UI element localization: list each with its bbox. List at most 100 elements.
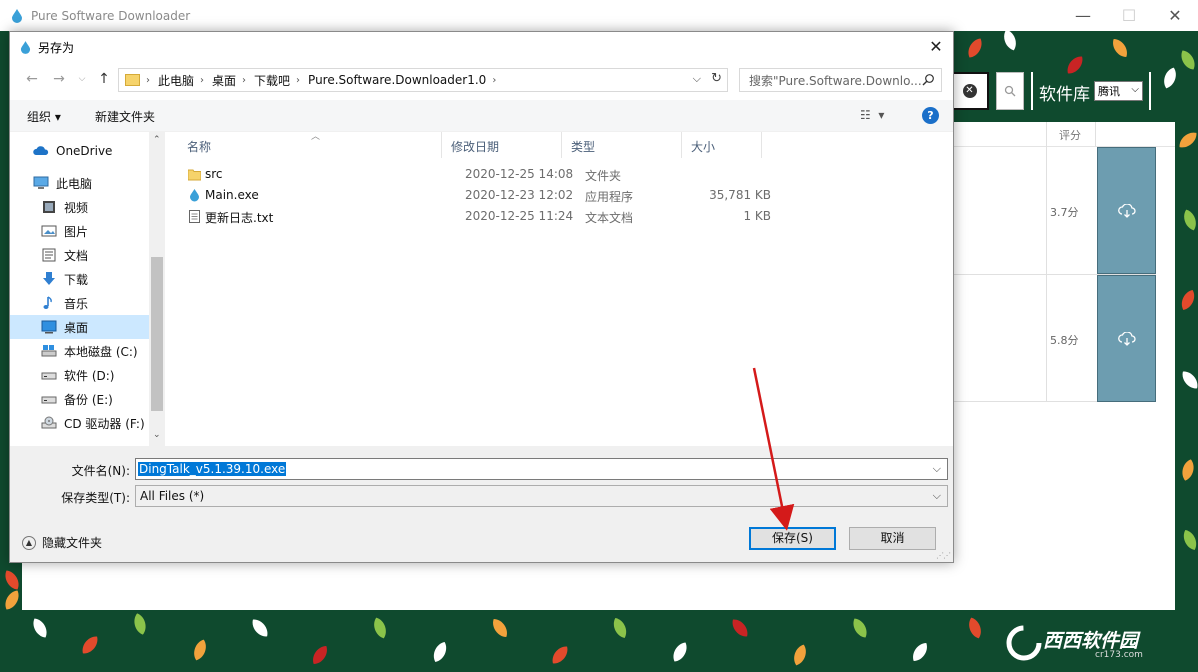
up-button[interactable]: ↑: [95, 70, 113, 88]
minimize-button[interactable]: —: [1060, 0, 1106, 31]
nav-item-downloads[interactable]: 下载: [10, 267, 149, 291]
back-button[interactable]: ←: [23, 70, 41, 88]
toolbar-divider: [1031, 72, 1033, 110]
chevron-down-icon[interactable]: ⌵: [933, 462, 941, 476]
nav-item-documents[interactable]: 文档: [10, 243, 149, 267]
file-type: 应用程序: [585, 190, 634, 204]
address-bar[interactable]: › 此电脑 › 桌面 › 下载吧 › Pure.Software.Downloa…: [118, 68, 728, 92]
chevron-right-icon: ›: [200, 74, 205, 86]
download-button[interactable]: [1097, 275, 1156, 402]
nav-item-drive-e[interactable]: 备份 (E:): [10, 387, 149, 411]
nav-item-label: 此电脑: [56, 176, 93, 191]
nav-item-desktop[interactable]: 桌面: [10, 315, 149, 339]
nav-item-pictures[interactable]: 图片: [10, 219, 149, 243]
computer-icon: [33, 176, 49, 189]
dialog-close-button[interactable]: ✕: [927, 38, 945, 56]
watermark-brand: 西西软件园: [1043, 630, 1139, 652]
folder-search-input[interactable]: 搜索"Pure.Software.Downlo...: [739, 68, 942, 92]
column-header-name[interactable]: 名称: [178, 132, 442, 158]
view-options-button[interactable]: ☷ ▾: [860, 108, 884, 122]
nav-item-onedrive[interactable]: OneDrive: [10, 139, 149, 163]
content-area: [22, 560, 1175, 610]
forward-button[interactable]: →: [50, 70, 68, 88]
search-placeholder: 搜索"Pure.Software.Downlo...: [749, 73, 922, 88]
search-icon: [1004, 85, 1016, 97]
help-icon[interactable]: ?: [922, 107, 939, 124]
scroll-up-icon[interactable]: ⌃: [153, 135, 161, 145]
breadcrumb-item[interactable]: Pure.Software.Downloader1.0: [308, 73, 486, 87]
drive-icon: [41, 396, 57, 404]
chevron-up-icon: ▲: [22, 535, 36, 550]
filetype-select[interactable]: All Files (*) ⌵: [135, 485, 948, 507]
folder-icon: [188, 169, 201, 181]
chevron-right-icon: ›: [242, 74, 247, 86]
library-selected: 腾讯: [1098, 85, 1120, 98]
cloud-download-icon: [1117, 331, 1136, 346]
nav-item-this-pc[interactable]: 此电脑: [10, 171, 149, 195]
drive-icon: [41, 372, 57, 380]
file-row[interactable]: 更新日志.txt 2020-12-25 11:24 文本文档 1 KB: [183, 206, 783, 227]
download-icon: [43, 272, 55, 285]
download-button[interactable]: [1097, 147, 1156, 274]
maximize-button[interactable]: ☐: [1106, 0, 1152, 31]
filetype-value: All Files (*): [140, 489, 205, 503]
score-value: 3.7分: [1050, 206, 1079, 219]
nav-item-videos[interactable]: 视频: [10, 195, 149, 219]
dialog-titlebar: 另存为 ✕: [10, 32, 953, 62]
hide-folders-toggle[interactable]: ▲ 隐藏文件夹: [22, 534, 102, 551]
app-search-input[interactable]: ✕: [952, 72, 989, 110]
refresh-icon[interactable]: ↻: [711, 71, 722, 86]
organize-menu[interactable]: 组织 ▾: [27, 108, 61, 125]
score-column-header: 评分: [1059, 129, 1081, 142]
file-date: 2020-12-25 14:08: [465, 167, 574, 181]
column-divider: [1046, 122, 1047, 402]
chevron-right-icon: ›: [296, 74, 301, 86]
nav-scrollbar-thumb[interactable]: [151, 257, 163, 411]
nav-item-label: 图片: [64, 224, 89, 239]
breadcrumb-item[interactable]: 桌面: [212, 72, 236, 89]
navigation-pane: OneDrive 此电脑 视频 图片 文档 下载 音乐 桌面 本地磁盘 (C:)…: [10, 132, 165, 446]
cancel-button[interactable]: 取消: [849, 527, 936, 550]
save-button[interactable]: 保存(S): [749, 527, 836, 550]
file-name: Main.exe: [205, 188, 259, 202]
recent-dropdown-button[interactable]: ⌵: [73, 70, 91, 88]
file-row[interactable]: Main.exe 2020-12-23 12:02 应用程序 35,781 KB: [183, 185, 783, 206]
file-date: 2020-12-25 11:24: [465, 209, 574, 223]
app-drop-icon: [12, 8, 22, 23]
nav-item-label: OneDrive: [56, 144, 113, 158]
chevron-right-icon: ›: [146, 74, 150, 86]
clear-icon[interactable]: ✕: [962, 84, 977, 98]
nav-item-cd-drive[interactable]: CD 驱动器 (F:): [10, 411, 149, 435]
save-as-dialog: 另存为 ✕ ← → ⌵ ↑ › 此电脑 › 桌面 › 下载吧 › Pure.So…: [9, 31, 954, 563]
nav-item-drive-d[interactable]: 软件 (D:): [10, 363, 149, 387]
app-search-button[interactable]: [996, 72, 1024, 110]
video-icon: [43, 201, 55, 213]
file-name: 更新日志.txt: [205, 211, 274, 225]
nav-item-label: 下载: [64, 272, 89, 287]
column-header-date[interactable]: 修改日期: [442, 132, 562, 158]
breadcrumb-item[interactable]: 下载吧: [254, 72, 290, 89]
resize-grip-icon[interactable]: ⋰⋰: [936, 551, 951, 560]
nav-item-drive-c[interactable]: 本地磁盘 (C:): [10, 339, 149, 363]
new-folder-button[interactable]: 新建文件夹: [95, 108, 155, 125]
column-header-type[interactable]: 类型: [562, 132, 682, 158]
chevron-right-icon: ›: [492, 74, 497, 86]
app-drop-icon: [190, 189, 199, 202]
score-value: 5.8分: [1050, 334, 1079, 347]
nav-item-music[interactable]: 音乐: [10, 291, 149, 315]
column-header-size[interactable]: 大小: [682, 132, 762, 158]
document-icon: [42, 248, 56, 262]
library-select[interactable]: 腾讯 ⌵: [1094, 81, 1143, 101]
nav-item-label: 桌面: [64, 320, 89, 335]
file-type: 文件夹: [585, 169, 622, 183]
close-button[interactable]: ✕: [1152, 0, 1198, 31]
watermark-logo: 西西软件园 cr173.com: [1003, 620, 1193, 666]
filename-input[interactable]: DingTalk_v5.1.39.10.exe ⌵: [135, 458, 948, 480]
scroll-down-icon[interactable]: ⌄: [153, 430, 161, 440]
chevron-down-icon: ⌵: [1131, 84, 1139, 95]
file-row[interactable]: src 2020-12-25 14:08 文件夹: [183, 164, 783, 185]
breadcrumb-item[interactable]: 此电脑: [158, 72, 194, 89]
nav-item-label: 本地磁盘 (C:): [64, 344, 138, 359]
chevron-down-icon[interactable]: ⌵: [693, 72, 701, 86]
nav-item-label: 视频: [64, 200, 89, 215]
